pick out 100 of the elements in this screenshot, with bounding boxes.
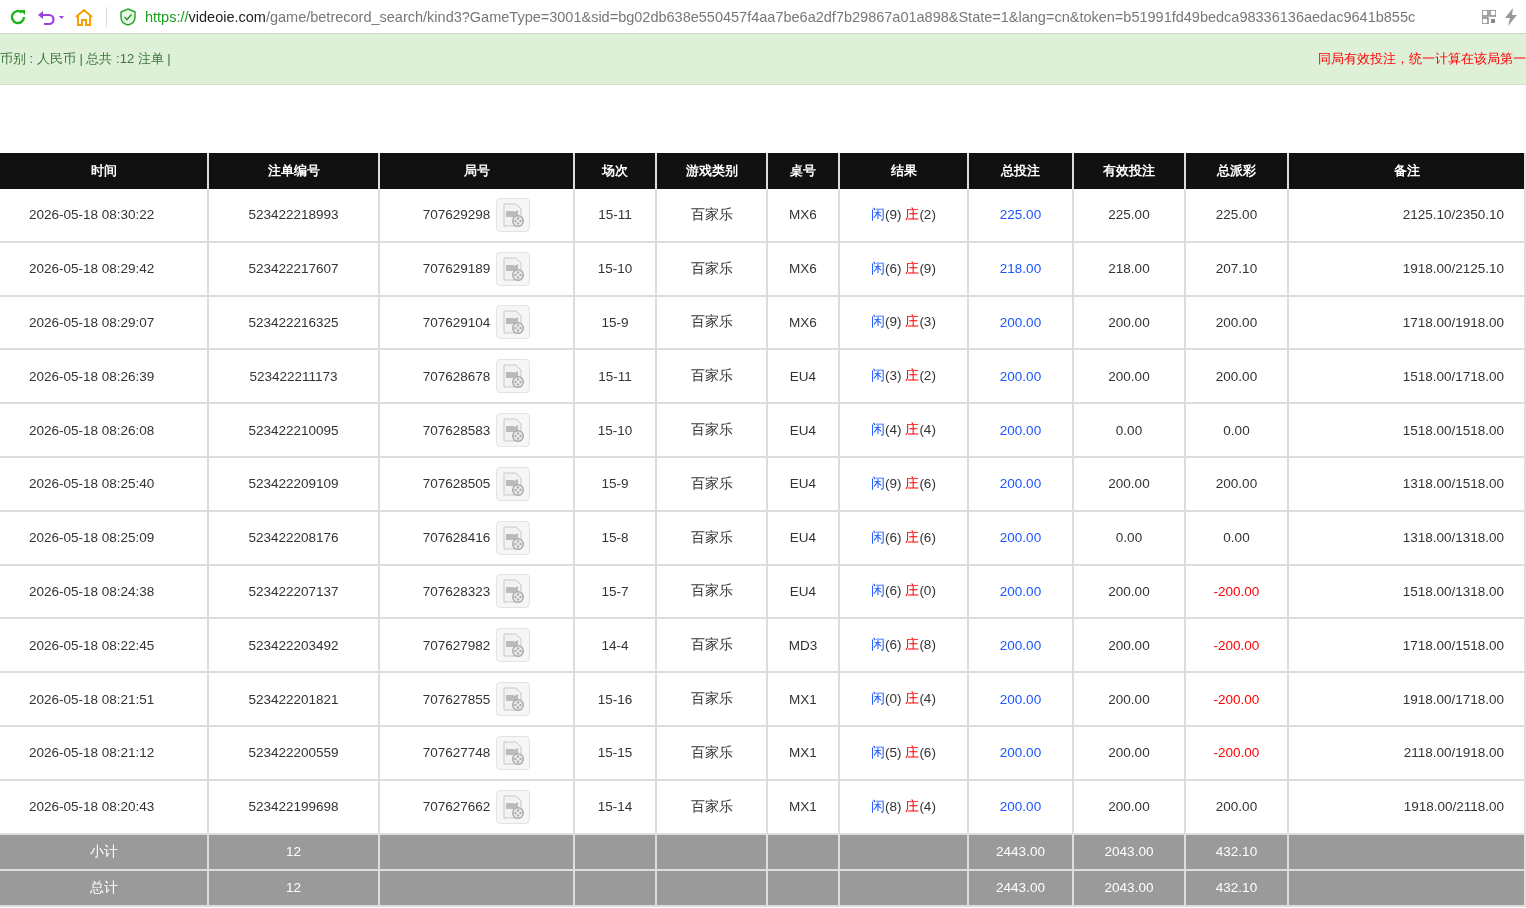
video-button[interactable] [496,735,531,770]
table-cell: 0.00 [1186,511,1289,566]
table-cell: 2043.00 [1074,834,1186,871]
table-cell: MX6 [768,296,840,351]
table-cell: 523422208176 [209,511,380,566]
table-cell: 百家乐 [657,565,768,620]
table-cell: 200.00 [969,619,1074,674]
table-cell: 200.00 [969,296,1074,351]
video-button[interactable] [496,251,531,286]
table-cell: 523422207137 [209,565,380,620]
table-cell: EU4 [768,565,840,620]
table-cell: 2026-05-18 08:29:07 [0,296,209,351]
table-cell: -200.00 [1186,673,1289,727]
table-cell: 1518.00/1718.00 [1289,350,1526,405]
table-cell: 200.00 [1074,458,1186,512]
table-cell: 200.00 [969,726,1074,781]
lightning-icon[interactable] [1504,7,1518,26]
table-cell: 2026-05-18 08:30:22 [0,189,209,243]
table-cell: 百家乐 [657,458,768,512]
table-cell: -200.00 [1186,726,1289,781]
round-number: 707628323 [422,583,491,599]
table-cell: 2026-05-18 08:21:51 [0,673,209,727]
address-field[interactable]: https://videoie.com/game/betrecord_search/kind3?GameType=3001&sid=bg02db638e550457f4aa7be6a2df7b29867a01a898&State=1&lang=cn&token=b51991fd49bedca98336136aedac9641b855c [145,8,1474,25]
table-cell: 225.00 [969,189,1074,243]
table-cell: 15-8 [575,511,657,566]
table-cell: 1718.00/1918.00 [1289,296,1526,351]
video-button[interactable] [496,197,531,232]
table-cell: 15-15 [575,726,657,781]
video-button[interactable] [496,305,531,340]
table-cell: 200.00 [969,673,1074,727]
film-icon [500,470,527,497]
video-button[interactable] [496,359,531,394]
table-cell: 15-7 [575,565,657,620]
table-cell: 百家乐 [657,189,768,243]
table-cell: MX1 [768,726,840,781]
table-cell: EU4 [768,458,840,512]
table-cell: 200.00 [1186,458,1289,512]
result-text: 闲(8) 庄(4) [871,797,936,816]
result-text: 闲(9) 庄(2) [871,205,936,224]
result-text: 闲(0) 庄(4) [871,690,936,709]
result-text: 闲(3) 庄(2) [871,367,936,386]
column-header: 总派彩 [1186,153,1289,189]
home-icon[interactable] [74,6,94,27]
video-button[interactable] [496,466,531,501]
round-number: 707629104 [422,315,491,330]
round-number: 707627662 [422,799,491,815]
film-icon [500,255,527,282]
table-cell: 207.10 [1186,242,1289,297]
column-header: 总投注 [969,153,1074,189]
film-icon [500,578,527,605]
film-icon [500,793,527,820]
table-cell: 432.10 [1186,834,1289,871]
table-cell: 225.00 [1074,189,1186,243]
table-cell: 15-9 [575,296,657,351]
table-cell: 总计 [0,870,209,907]
column-header: 备注 [1289,153,1526,189]
table-cell: 2026-05-18 08:25:40 [0,458,209,512]
table-cell: 225.00 [1186,189,1289,243]
video-button[interactable] [496,789,531,824]
column-header: 游戏类别 [657,153,768,189]
table-cell: 2026-05-18 08:25:09 [0,511,209,566]
round-number: 707628416 [422,530,491,546]
result-text: 闲(9) 庄(3) [871,313,936,332]
video-button[interactable] [496,628,531,663]
table-cell: 432.10 [1186,870,1289,907]
table-cell: 1918.00/2125.10 [1289,242,1526,297]
table-cell: 1718.00/1518.00 [1289,619,1526,674]
video-button[interactable] [496,520,531,555]
video-button[interactable] [496,413,531,448]
video-button[interactable] [496,574,531,609]
table-cell: 200.00 [1074,296,1186,351]
table-cell: 0.00 [1074,404,1186,458]
round-number: 707629189 [422,261,491,277]
table-cell: 15-16 [575,673,657,727]
table-cell: 2026-05-18 08:26:08 [0,404,209,458]
round-number: 707628505 [422,476,491,492]
table-cell: MX6 [768,189,840,243]
shield-icon[interactable] [119,7,137,26]
table-cell: 523422216325 [209,296,380,351]
table-cell: 2026-05-18 08:21:12 [0,726,209,781]
table-cell: 200.00 [1074,350,1186,405]
table-cell: 218.00 [1074,242,1186,297]
result-text: 闲(5) 庄(6) [871,743,936,762]
column-header: 局号 [380,153,575,189]
round-number: 707629298 [422,207,491,223]
table-cell: -200.00 [1186,619,1289,674]
table-cell: 523422200559 [209,726,380,781]
film-icon [500,417,527,444]
film-icon [500,739,527,766]
table-cell: 百家乐 [657,296,768,351]
round-number: 707627982 [422,637,491,653]
result-text: 闲(6) 庄(9) [871,259,936,278]
table-cell: 0.00 [1074,511,1186,566]
qr-code-icon[interactable] [1482,9,1496,24]
column-header: 有效投注 [1074,153,1186,189]
notice-text: 同局有效投注，统一计算在该局第一 [1318,50,1526,68]
result-text: 闲(4) 庄(4) [871,421,936,440]
video-button[interactable] [496,682,531,717]
result-text: 闲(9) 庄(6) [871,474,936,493]
table-cell: 14-4 [575,619,657,674]
